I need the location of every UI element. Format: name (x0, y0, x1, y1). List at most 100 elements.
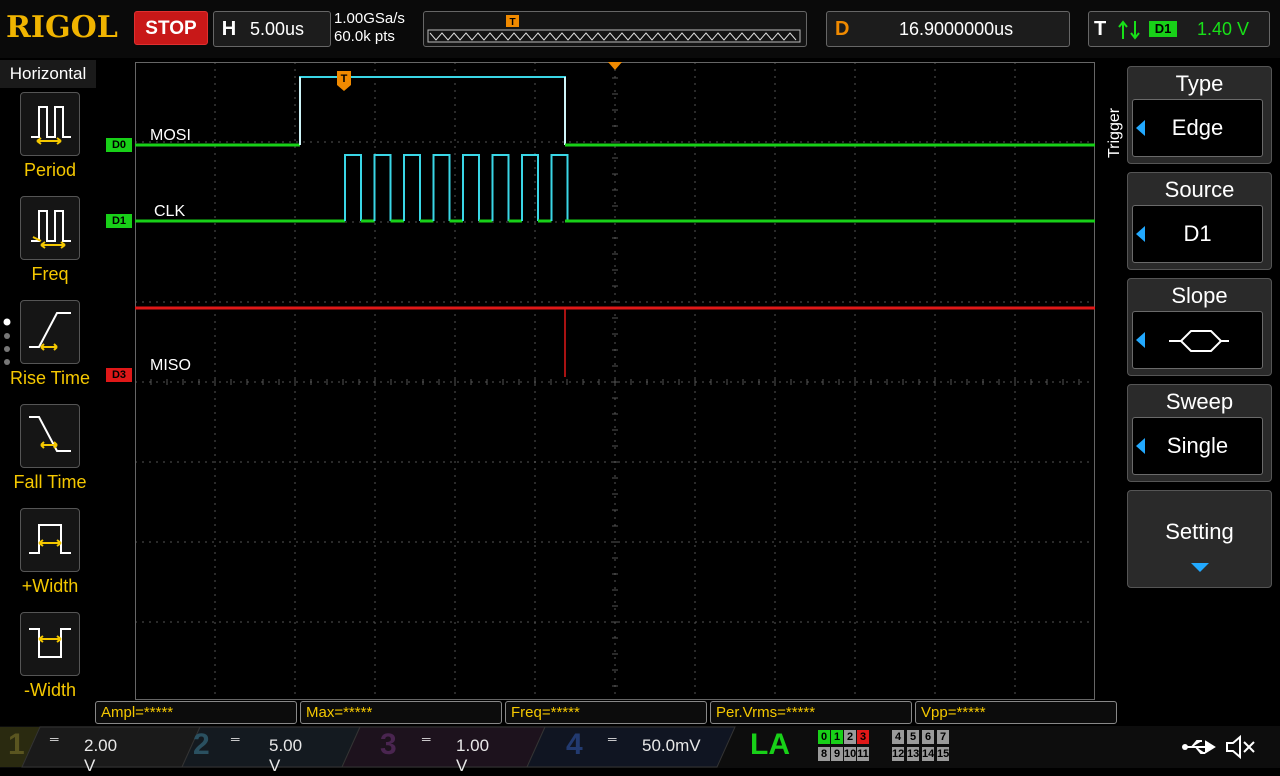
la-channel-15: 15 (937, 747, 950, 761)
period-icon (20, 92, 80, 156)
la-channel-10: 10 (844, 747, 857, 761)
measurement-per-vrms[interactable]: Per.Vrms=***** (710, 701, 912, 724)
menu-item-negative-width[interactable]: -Width (0, 610, 96, 714)
menu-title: Slope (1171, 283, 1228, 308)
memory-navigator[interactable]: T (423, 11, 807, 47)
la-channel-6: 6 (922, 730, 934, 744)
delay-letter: D (835, 18, 850, 40)
la-channel-9: 9 (831, 747, 843, 761)
trigger-slope-value[interactable] (1132, 311, 1263, 369)
trigger-sweep-menu[interactable]: Sweep Single (1127, 384, 1272, 482)
menu-item-rise-time[interactable]: Rise Time (0, 298, 96, 402)
measurement-max[interactable]: Max=***** (300, 701, 502, 724)
trigger-slope-menu[interactable]: Slope (1127, 278, 1272, 376)
la-channel-11: 11 (857, 747, 869, 761)
waveform-display[interactable]: MOSI T CLK MISO (135, 62, 1095, 702)
trigger-type-value[interactable]: Edge (1132, 99, 1263, 157)
la-channel-14: 14 (922, 747, 935, 761)
sound-muted-icon[interactable] (1224, 734, 1258, 760)
la-channel-13: 13 (907, 747, 920, 761)
positive-width-icon (20, 508, 80, 572)
memory-waveform-overview: T (427, 15, 801, 43)
la-channel-3: 3 (857, 730, 869, 744)
la-channel-2: 2 (844, 730, 856, 744)
trigger-sweep-value[interactable]: Single (1132, 417, 1263, 475)
coupling-dc-icon: ═ (231, 732, 240, 746)
logic-analyzer-label[interactable]: LA (750, 728, 790, 762)
either-edge-icon (1169, 330, 1229, 352)
la-channel-8: 8 (818, 747, 830, 761)
delay-box[interactable]: D 16.9000000us (826, 11, 1070, 47)
sample-rate: 1.00GSa/s (334, 10, 405, 27)
horizontal-timebase-box[interactable]: H 5.00us (213, 11, 331, 47)
trace-label-mosi: MOSI (150, 127, 191, 144)
coupling-dc-icon: ═ (422, 732, 431, 746)
channel-scale: 2.00 V (84, 736, 118, 775)
menu-item-positive-width[interactable]: +Width (0, 506, 96, 610)
channel-number: 2 (193, 728, 210, 761)
menu-title: Setting (1165, 519, 1234, 544)
coupling-dc-icon: ═ (608, 732, 617, 746)
left-menu-title: Horizontal (0, 60, 96, 88)
trigger-source-badge: D1 (1149, 21, 1177, 37)
menu-item-label: +Width (21, 576, 79, 596)
memory-depth: 60.0k pts (334, 28, 395, 45)
menu-item-label: Fall Time (13, 472, 87, 492)
submenu-arrow-icon (1191, 563, 1209, 572)
trace-label-miso: MISO (150, 357, 191, 374)
trigger-level: 1.40 V (1197, 19, 1250, 39)
coupling-dc-icon: ═ (50, 732, 59, 746)
la-channel-4: 4 (892, 730, 904, 744)
menu-item-label: Period (23, 160, 77, 180)
menu-title: Sweep (1165, 389, 1234, 414)
channel-tag-d1[interactable]: D1 (106, 214, 132, 228)
trigger-source-value[interactable]: D1 (1132, 205, 1263, 263)
la-channel-12: 12 (892, 747, 905, 761)
la-channel-7: 7 (937, 730, 949, 744)
channel-scale: 5.00 V (269, 736, 303, 775)
trigger-menu-tab: Trigger (1100, 60, 1126, 190)
measurement-ampl[interactable]: Ampl=***** (95, 701, 297, 724)
menu-title: Source (1164, 177, 1235, 202)
left-menu: Horizontal Period Freq Rise Time Fall Ti… (0, 60, 96, 700)
select-arrow-icon (1136, 332, 1145, 348)
brand-logo: RIGOL (6, 10, 118, 45)
trigger-setting-menu[interactable]: Setting (1127, 490, 1272, 588)
la-channel-5: 5 (907, 730, 919, 744)
menu-page-indicator (3, 318, 11, 365)
la-channel-1: 1 (831, 730, 843, 744)
horizontal-letter: H (221, 18, 237, 40)
trigger-source-menu[interactable]: Source D1 (1127, 172, 1272, 270)
channel-number: 1 (8, 728, 25, 761)
trigger-type-menu[interactable]: Type Edge (1127, 66, 1272, 164)
channel-number: 4 (566, 728, 583, 761)
la-channel-0: 0 (818, 730, 830, 744)
trace-label-clk: CLK (154, 203, 185, 220)
run-stop-button[interactable]: STOP (134, 11, 208, 45)
menu-item-label: -Width (23, 680, 76, 700)
channel-tag-d3[interactable]: D3 (106, 368, 132, 382)
measurement-vpp[interactable]: Vpp=***** (915, 701, 1117, 724)
channel-number: 3 (380, 728, 397, 761)
negative-width-icon (20, 612, 80, 676)
fall-time-icon (20, 404, 80, 468)
frequency-icon (20, 196, 80, 260)
measurement-freq[interactable]: Freq=***** (505, 701, 707, 724)
menu-item-fall-time[interactable]: Fall Time (0, 402, 96, 506)
right-menu: Trigger Type Edge Source D1 Slope Sweep … (1100, 60, 1280, 700)
menu-item-period[interactable]: Period (0, 90, 96, 194)
trigger-slope-icon (1118, 20, 1140, 40)
logic-channel-indicators: 0 1 2 3 8 9 10 11 4 5 6 7 12 13 14 15 (818, 730, 958, 764)
top-bar: RIGOL STOP H 5.00us 1.00GSa/s 60.0k pts … (0, 0, 1280, 58)
svg-text:T: T (509, 17, 515, 28)
delay-value: 16.9000000us (899, 19, 1014, 39)
timebase-value: 5.00us (250, 19, 305, 39)
menu-title: Type (1175, 71, 1224, 96)
trigger-status-box[interactable]: T D1 1.40 V (1088, 11, 1270, 47)
rise-time-icon (20, 300, 80, 364)
channel-tag-d0[interactable]: D0 (106, 138, 132, 152)
svg-text:Trigger: Trigger (1106, 107, 1123, 158)
menu-item-freq[interactable]: Freq (0, 194, 96, 298)
usb-icon (1182, 740, 1216, 754)
menu-item-label: Freq (31, 264, 69, 284)
